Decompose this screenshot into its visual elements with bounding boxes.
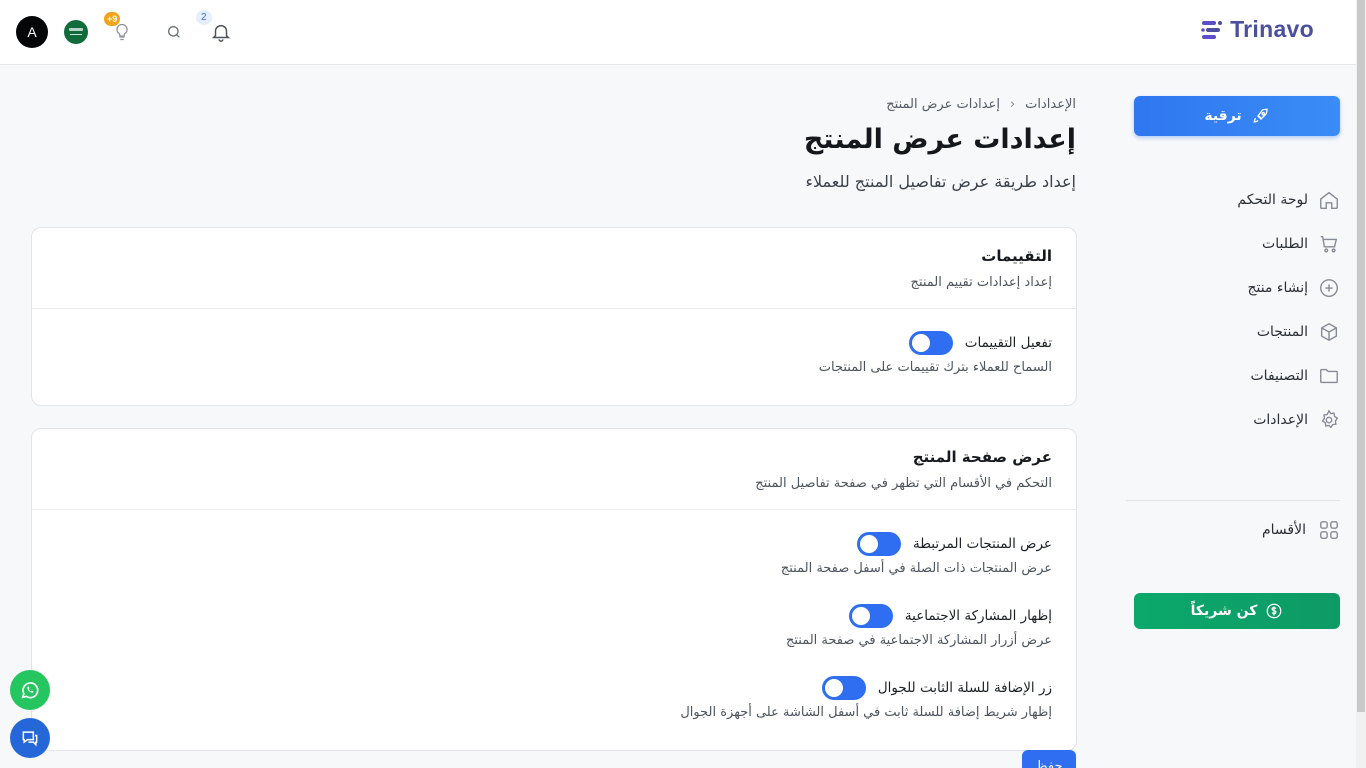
grid-icon (1320, 521, 1338, 539)
bell-icon[interactable] (210, 21, 232, 43)
setting-social-sharing: إظهار المشاركة الاجتماعية عرض أزرار المش… (332, 604, 1052, 660)
social-sharing-toggle[interactable] (848, 604, 893, 628)
cart-icon (1320, 235, 1338, 253)
product-page-card: عرض صفحة المنتج التحكم في الأقسام التي ت… (31, 428, 1077, 751)
setting-sticky-add-to-cart: زر الإضافة للسلة الثابت للجوال إظهار شري… (332, 676, 1052, 732)
setting-hint: إظهار شريط إضافة للسلة ثابت في أسفل الشا… (680, 705, 1052, 720)
sidebar-item-label: التصنيفات (1250, 368, 1309, 384)
setting-hint: عرض المنتجات ذات الصلة في أسفل صفحة المن… (780, 561, 1052, 576)
sidebar-divider (1126, 500, 1340, 501)
sidebar-item-label: لوحة التحكم (1237, 192, 1308, 208)
breadcrumb-current: إعدادات عرض المنتج (886, 97, 1000, 112)
top-bar: Trinavo A +9 2 (0, 0, 1356, 65)
setting-label: تفعيل التقييمات (964, 335, 1052, 351)
gear-icon (1321, 409, 1339, 429)
sidebar-item-settings[interactable]: الإعدادات (1134, 398, 1340, 442)
folder-icon (1320, 368, 1338, 384)
breadcrumb-parent[interactable]: الإعدادات (1025, 97, 1076, 112)
upgrade-button[interactable]: ترقية (1134, 96, 1340, 136)
card-header: التقييمات إعداد إعدادات تقييم المنتج (32, 228, 1076, 309)
page-subtitle: إعداد طريقة عرض تفاصيل المنتج للعملاء (805, 172, 1076, 191)
whatsapp-icon (21, 682, 39, 699)
avatar[interactable]: A (16, 16, 48, 48)
card-title: عرض صفحة المنتج (912, 448, 1052, 466)
upgrade-label: ترقية (1204, 108, 1242, 124)
page-scrollbar[interactable] (1356, 0, 1366, 768)
breadcrumb: الإعدادات ‹ إعدادات عرض المنتج (886, 97, 1076, 112)
language-flag-icon[interactable] (64, 20, 88, 44)
sidebar-item-label: الطلبات (1262, 236, 1308, 252)
notifications-badge: 2 (196, 10, 212, 25)
sidebar-item-create-product[interactable]: إنشاء منتج (1134, 266, 1340, 310)
chevron-left-icon: ‹ (1009, 97, 1016, 112)
sidebar-item-products[interactable]: المنتجات (1134, 310, 1340, 354)
setting-label: عرض المنتجات المرتبطة (912, 536, 1052, 552)
partner-label: كن شريكاً (1190, 603, 1258, 619)
setting-hint: عرض أزرار المشاركة الاجتماعية في صفحة ال… (785, 633, 1052, 648)
ideas-badge: +9 (104, 12, 121, 26)
chat-icon (22, 731, 38, 747)
dollar-circle-icon (1267, 603, 1282, 619)
search-icon[interactable] (166, 24, 182, 40)
brand-name: Trinavo (1230, 16, 1314, 42)
sidebar-item-label: إنشاء منتج (1247, 280, 1308, 296)
whatsapp-button[interactable] (10, 670, 50, 710)
home-icon (1320, 191, 1338, 209)
sidebar: ترقية لوحة التحكم الطلبات إنشاء منتج الم… (1126, 65, 1356, 768)
plus-circle-icon (1320, 279, 1338, 297)
setting-related-products: عرض المنتجات المرتبطة عرض المنتجات ذات ا… (332, 532, 1052, 588)
card-header: عرض صفحة المنتج التحكم في الأقسام التي ت… (32, 429, 1076, 510)
sidebar-item-label: المنتجات (1256, 324, 1308, 340)
related-products-toggle[interactable] (856, 532, 901, 556)
setting-enable-reviews: تفعيل التقييمات السماح للعملاء بترك تقيي… (332, 331, 1052, 387)
sidebar-item-label: الإعدادات (1253, 412, 1308, 428)
card-description: التحكم في الأقسام التي تظهر في صفحة تفاص… (755, 476, 1052, 491)
save-button[interactable]: حفظ (1022, 750, 1076, 768)
card-description: إعداد إعدادات تقييم المنتج (910, 275, 1052, 290)
sticky-add-to-cart-toggle[interactable] (821, 676, 866, 700)
sections-label: الأقسام (1262, 522, 1306, 538)
reviews-card: التقييمات إعداد إعدادات تقييم المنتج تفع… (31, 227, 1077, 406)
scrollbar-thumb[interactable] (1357, 0, 1365, 712)
sidebar-item-dashboard[interactable]: لوحة التحكم (1134, 178, 1340, 222)
enable-reviews-toggle[interactable] (908, 331, 953, 355)
brand-logo[interactable]: Trinavo (1200, 16, 1314, 43)
partner-button[interactable]: كن شريكاً (1134, 593, 1340, 629)
sidebar-item-categories[interactable]: التصنيفات (1134, 354, 1340, 398)
setting-label: زر الإضافة للسلة الثابت للجوال (877, 680, 1052, 696)
sidebar-nav: لوحة التحكم الطلبات إنشاء منتج المنتجات … (1134, 178, 1340, 442)
brand-logo-icon (1201, 20, 1223, 39)
sidebar-item-orders[interactable]: الطلبات (1134, 222, 1340, 266)
rocket-icon (1253, 108, 1268, 123)
sidebar-item-sections[interactable]: الأقسام (1134, 515, 1340, 545)
page-title: إعدادات عرض المنتج (803, 124, 1076, 155)
setting-hint: السماح للعملاء بترك تقييمات على المنتجات (818, 360, 1052, 375)
setting-label: إظهار المشاركة الاجتماعية (904, 608, 1052, 624)
support-chat-button[interactable] (10, 718, 50, 758)
card-title: التقييمات (981, 247, 1052, 265)
box-icon (1320, 322, 1338, 342)
